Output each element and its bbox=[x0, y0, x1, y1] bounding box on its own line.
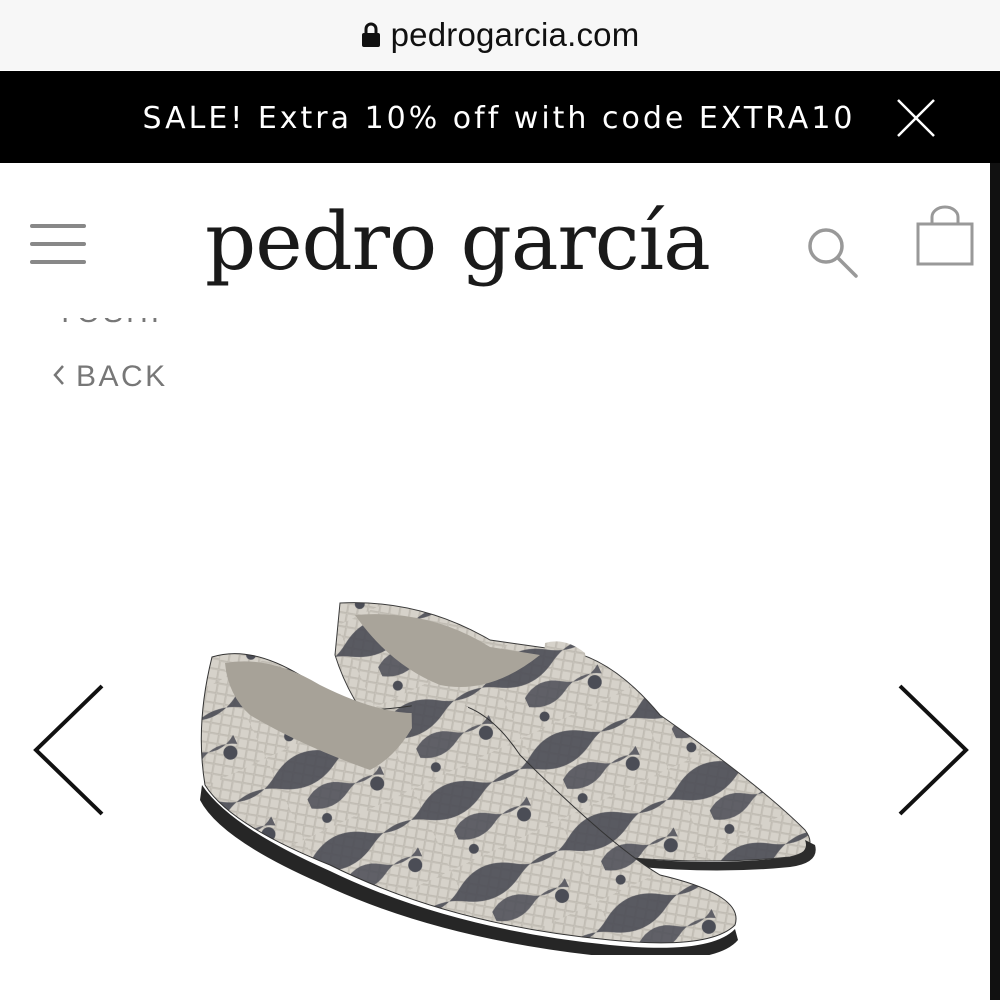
carousel-prev-button[interactable] bbox=[30, 684, 110, 820]
scrollbar-edge bbox=[990, 163, 1000, 1000]
product-image[interactable] bbox=[190, 595, 830, 960]
product-page: pedrogarcia.com SALE! Extra 10% off with… bbox=[0, 0, 1000, 1000]
chevron-right-icon bbox=[898, 684, 969, 816]
url-text: pedrogarcia.com bbox=[390, 16, 640, 53]
browser-address-bar[interactable]: pedrogarcia.com bbox=[0, 0, 1000, 70]
carousel-next-button[interactable] bbox=[892, 684, 972, 820]
close-icon[interactable] bbox=[894, 96, 938, 140]
back-label: BACK bbox=[76, 360, 168, 393]
lock-icon bbox=[361, 22, 381, 48]
promo-banner: SALE! Extra 10% off with code EXTRA10 bbox=[0, 71, 1000, 163]
hamburger-menu-icon[interactable] bbox=[30, 222, 86, 270]
product-name: TOSHI bbox=[56, 318, 162, 330]
promo-text: SALE! Extra 10% off with code EXTRA10 bbox=[142, 101, 856, 136]
back-link[interactable]: BACK bbox=[52, 360, 168, 394]
chevron-left-icon bbox=[33, 684, 104, 816]
brand-logo[interactable]: pedro garcía bbox=[205, 172, 745, 312]
shopping-bag-icon[interactable] bbox=[914, 204, 976, 268]
breadcrumb: TOSHI bbox=[56, 318, 256, 336]
search-icon[interactable] bbox=[804, 224, 860, 280]
chevron-left-icon bbox=[52, 360, 66, 394]
